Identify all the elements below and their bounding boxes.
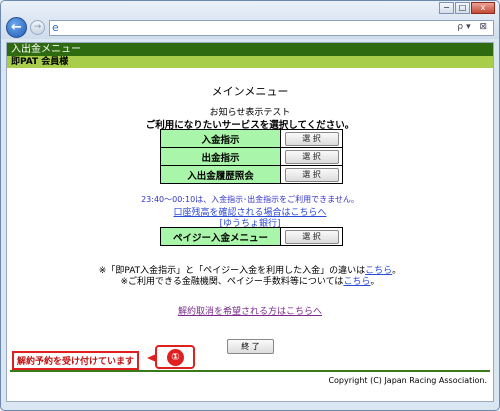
menu-label-history: 入出金履歴照会 <box>160 165 281 184</box>
window-controls: − □ x <box>438 2 495 14</box>
back-arrow-icon[interactable]: ← <box>6 17 27 38</box>
footer-divider <box>10 370 490 372</box>
select-deposit-button[interactable]: 選 択 <box>284 131 339 146</box>
minimize-button[interactable]: − <box>439 2 454 14</box>
time-restriction-note: 23:40～00:10は、入金指示･出金指示をご利用できません。 <box>141 195 359 204</box>
ie-page-icon: e <box>52 21 59 34</box>
menu-label-payeasy: ペイジー入金メニュー <box>160 227 281 246</box>
page-header-subtitle: 即PAT 会員様 <box>7 56 493 68</box>
termination-status-message: 解約予約を受け付けています <box>12 351 140 370</box>
cancel-termination-link[interactable]: 解約取消を希望される方はこちらへ <box>7 304 493 317</box>
end-button[interactable]: 終 了 <box>227 339 274 354</box>
service-menu-table: 入金指示 選 択 出金指示 選 択 入出金履歴照会 選 択 <box>160 129 343 184</box>
close-button[interactable]: x <box>471 2 495 14</box>
main-menu-title: メインメニュー <box>211 85 289 98</box>
menu-row-withdraw: 出金指示 選 択 <box>160 147 343 166</box>
callout-badge: ① <box>155 345 195 369</box>
payeasy-menu-table: ペイジー入金メニュー 選 択 <box>160 227 343 246</box>
page-header-title: 入出金メニュー <box>7 43 493 56</box>
title-bar: − □ x ← → e ρ▾ ⊠ <box>1 1 499 39</box>
fee-link[interactable]: こちら <box>343 277 370 287</box>
copyright-text: Copyright (C) Japan Racing Association. <box>328 376 487 385</box>
menu-row-payeasy: ペイジー入金メニュー 選 択 <box>160 227 343 246</box>
forward-arrow-icon[interactable]: → <box>30 20 45 35</box>
select-withdraw-button[interactable]: 選 択 <box>284 149 339 164</box>
address-bar[interactable]: e ρ▾ ⊠ <box>49 20 494 36</box>
maximize-button[interactable]: □ <box>455 2 470 14</box>
select-payeasy-button[interactable]: 選 択 <box>284 229 339 244</box>
menu-row-deposit: 入金指示 選 択 <box>160 129 343 148</box>
browser-window: − □ x ← → e ρ▾ ⊠ 入出金メニュー 即PAT 会員様 メインメニュ… <box>0 0 500 411</box>
page-content: 入出金メニュー 即PAT 会員様 メインメニュー お知らせ表示テスト ご利用にな… <box>6 42 494 402</box>
menu-row-history: 入出金履歴照会 選 択 <box>160 165 343 184</box>
menu-label-deposit: 入金指示 <box>160 129 281 148</box>
callout-number: ① <box>167 349 184 366</box>
select-history-button[interactable]: 選 択 <box>284 167 339 182</box>
search-refresh-icons[interactable]: ρ▾ ⊠ <box>457 22 490 32</box>
menu-label-withdraw: 出金指示 <box>160 147 281 166</box>
fee-note: ※ご利用できる金融機関、ペイジー手数料等についてはこちら。 <box>120 277 380 287</box>
